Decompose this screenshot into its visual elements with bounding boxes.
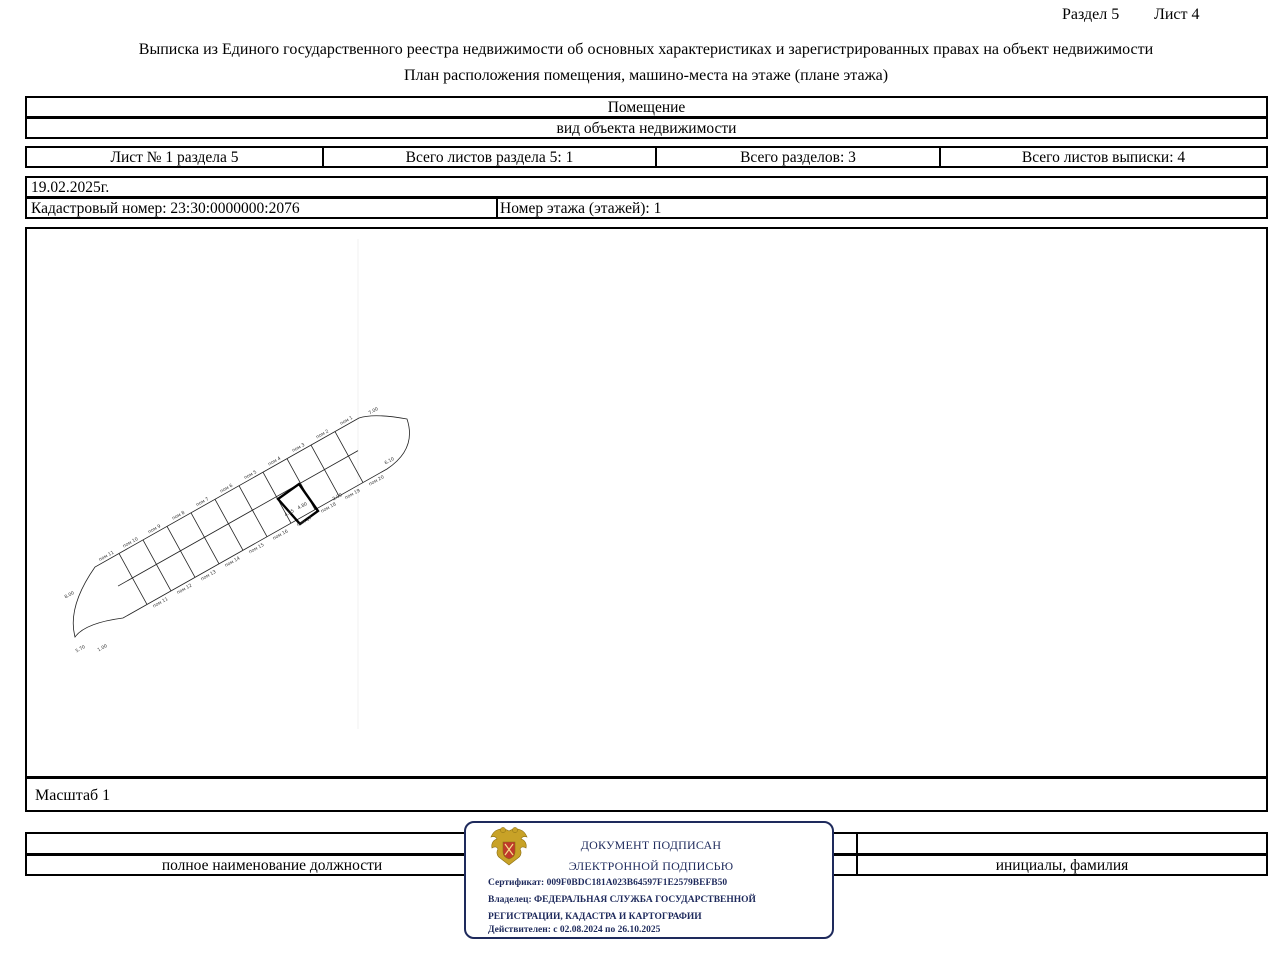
room-partition bbox=[142, 539, 172, 592]
object-type-caption: вид объекта недвижимости bbox=[556, 120, 737, 137]
room-partition bbox=[166, 526, 196, 578]
cadastral-row: Кадастровый номер: 23:30:0000000:2076 Но… bbox=[25, 197, 1268, 219]
total-extract-sheets: Всего листов выписки: 4 bbox=[939, 148, 1266, 166]
room-partition bbox=[238, 485, 268, 537]
dimension-label: 8.00 bbox=[64, 590, 76, 600]
room-label: пом 11 bbox=[98, 550, 115, 563]
stamp-valid: Действителен: с 02.08.2024 по 26.10.2025 bbox=[488, 925, 661, 935]
position-caption: полное наименование должности bbox=[161, 857, 383, 874]
floor-plan-area: пом 1 пом 2 пом 3 пом 4 пом 5 пом 6 пом 7 пом 8… bbox=[25, 227, 1268, 778]
floor-number: Номер этажа (этажей): 1 bbox=[496, 199, 1266, 217]
corridor-line bbox=[117, 450, 359, 587]
sheet-info-row: Лист № 1 раздела 5 Всего листов раздела … bbox=[25, 146, 1268, 168]
room-partition bbox=[190, 512, 220, 565]
date-row: 19.02.2025г. bbox=[25, 176, 1268, 198]
floor-plan-drawing: пом 1пом 2пом 3пом 4пом 5пом 6пом 7пом 8… bbox=[64, 239, 410, 729]
signature-position-blank bbox=[27, 834, 465, 853]
section-number: Раздел 5 bbox=[1062, 6, 1120, 23]
document-subtitle: План расположения помещения, машино-мест… bbox=[403, 67, 889, 84]
room-partition bbox=[214, 499, 244, 551]
document-title: Выписка из Единого государственного реес… bbox=[138, 41, 1154, 58]
room-label: пом 13 bbox=[200, 569, 217, 582]
room-label: пом 10 bbox=[122, 536, 139, 549]
name-caption: инициалы, фамилия bbox=[856, 856, 1266, 874]
object-type-caption-row: вид объекта недвижимости bbox=[25, 117, 1268, 139]
object-type-row: Помещение bbox=[25, 96, 1268, 118]
room-partition bbox=[118, 553, 148, 605]
dimension-label: 4.80 bbox=[297, 501, 309, 511]
room-partition bbox=[310, 444, 340, 497]
room-label: пом 16 bbox=[272, 528, 289, 541]
dimension-label: 6.10 bbox=[384, 456, 396, 466]
sheet-number: Лист 4 bbox=[1154, 6, 1200, 23]
room-label: пом 11 bbox=[152, 596, 169, 609]
building-outline bbox=[72, 415, 410, 638]
scale-row: Масштаб 1 bbox=[25, 777, 1268, 812]
stamp-owner-1: Владелец: ФЕДЕРАЛЬНАЯ СЛУЖБА ГОСУДАРСТВЕ… bbox=[488, 895, 756, 905]
room-label: пом 19 bbox=[344, 488, 361, 501]
room-label: пом 20 bbox=[368, 474, 385, 487]
stamp-owner-2: РЕГИСТРАЦИИ, КАДАСТРА И КАРТОГРАФИИ bbox=[488, 912, 702, 922]
dimension-label: 5.70 bbox=[75, 644, 87, 654]
room-label: пом 18 bbox=[320, 501, 337, 514]
electronic-signature-stamp: ДОКУМЕНТ ПОДПИСАН ЭЛЕКТРОННОЙ ПОДПИСЬЮ С… bbox=[464, 821, 834, 939]
room-partition bbox=[334, 431, 364, 483]
scale-value: Масштаб 1 bbox=[35, 787, 111, 804]
room-label: пом 14 bbox=[224, 555, 241, 568]
stamp-certificate: Сертификат: 009F0BDC181A023B64597F1E2579… bbox=[488, 878, 728, 888]
signature-name-blank bbox=[856, 834, 1266, 853]
dimension-label: 7.00 bbox=[368, 406, 380, 416]
sheet-of-section: Лист № 1 раздела 5 bbox=[110, 149, 239, 166]
stamp-line-1: ДОКУМЕНТ ПОДПИСАН bbox=[580, 838, 722, 852]
stamp-line-2: ЭЛЕКТРОННОЙ ПОДПИСЬЮ bbox=[568, 859, 734, 873]
extract-date: 19.02.2025г. bbox=[31, 179, 110, 196]
total-section-sheets: Всего листов раздела 5: 1 bbox=[322, 148, 655, 166]
room-label: пом 12 bbox=[176, 583, 193, 596]
total-sections: Всего разделов: 3 bbox=[655, 148, 939, 166]
object-type-value: Помещение bbox=[607, 99, 686, 116]
room-label: пом 15 bbox=[248, 542, 265, 555]
cadastral-number: Кадастровый номер: 23:30:0000000:2076 bbox=[31, 200, 300, 217]
room-label: пом 17 bbox=[296, 515, 313, 528]
dimension-label: 1.00 bbox=[97, 643, 109, 653]
